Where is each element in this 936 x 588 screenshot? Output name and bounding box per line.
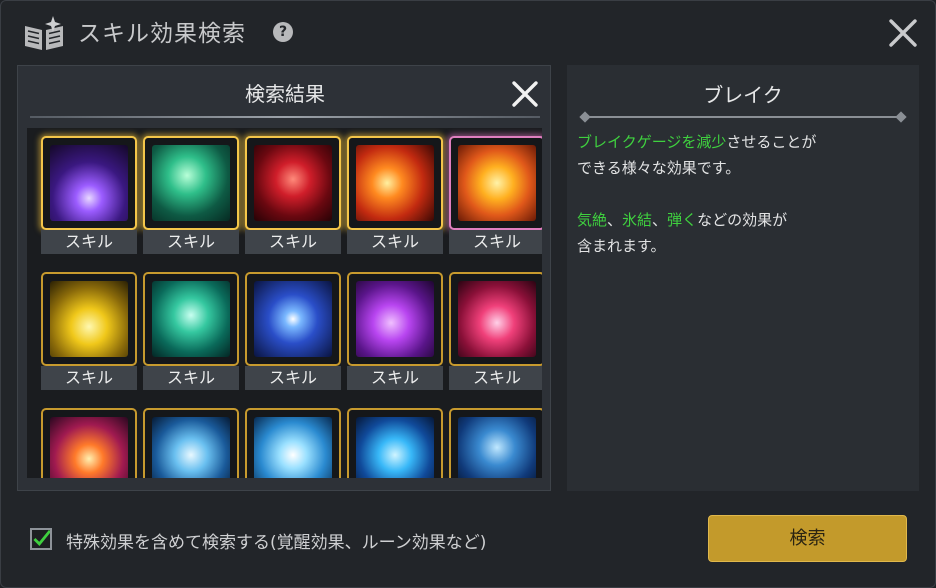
description-text: 含まれます。 — [577, 237, 666, 255]
description-paragraph: 気絶、氷結、弾くなどの効果が 含まれます。 — [577, 207, 907, 259]
description-paragraph: ブレイクゲージを減少させることができる様々な効果です。 — [577, 129, 907, 181]
title-divider — [30, 116, 540, 118]
orange-flare-icon — [50, 417, 128, 478]
green-storm-icon — [152, 281, 230, 357]
green-claw-icon — [152, 145, 230, 221]
skill-icon-frame[interactable] — [143, 272, 239, 366]
ice-spikes-icon — [458, 417, 536, 478]
skill-icon-frame[interactable] — [449, 136, 542, 230]
purple-lightning-icon — [50, 145, 128, 221]
skill-icon-frame[interactable] — [449, 272, 542, 366]
description-text: などの効果が — [697, 211, 788, 229]
skill-label: スキル — [143, 366, 239, 390]
skill-label: スキル — [41, 366, 137, 390]
blue-star-icon — [254, 281, 332, 357]
close-results-icon[interactable] — [510, 79, 540, 109]
close-icon[interactable] — [886, 16, 920, 50]
effect-description: ブレイクゲージを減少させることが できる様々な効果です。 気絶、氷結、弾くなどの効… — [577, 129, 907, 285]
skill-icon-frame[interactable] — [347, 136, 443, 230]
skill-label: スキル — [245, 230, 341, 254]
book-icon — [25, 16, 63, 50]
ice-slash-icon — [152, 417, 230, 478]
description-panel: ブレイク ブレイクゲージを減少させることが できる様々な効果です。 気絶、氷結、弾… — [567, 65, 919, 491]
results-title: 検索結果 — [245, 82, 325, 106]
purple-vortex-icon — [356, 281, 434, 357]
skill-icon-frame[interactable] — [347, 272, 443, 366]
blue-ring-icon — [356, 417, 434, 478]
separator: 、 — [652, 211, 668, 229]
skill-icon-frame[interactable] — [245, 136, 341, 230]
skill-icon-frame[interactable] — [143, 408, 239, 478]
skill-icon-frame[interactable] — [245, 408, 341, 478]
frost-orb-icon — [254, 417, 332, 478]
highlight-text: ブレイクゲージを減少 — [577, 133, 727, 151]
help-icon[interactable]: ? — [273, 22, 293, 42]
pink-vortex-icon — [458, 281, 536, 357]
include-special-checkbox[interactable] — [30, 528, 52, 550]
highlight-text: 氷結 — [622, 211, 653, 229]
skill-label: スキル — [449, 366, 542, 390]
lava-burst-icon — [458, 145, 536, 221]
checkmark-icon — [33, 530, 50, 546]
description-text: させることが — [726, 133, 817, 151]
skill-icon-frame[interactable] — [41, 408, 137, 478]
highlight-text: 気絶 — [577, 211, 608, 229]
description-text: できる様々な効果です。 — [577, 159, 741, 177]
highlight-text: 弾く — [667, 211, 698, 229]
skill-label: スキル — [41, 230, 137, 254]
dialog-title: スキル効果検索 — [78, 21, 246, 47]
red-rune-icon — [254, 145, 332, 221]
fire-meteor-icon — [356, 145, 434, 221]
skill-icon-frame[interactable] — [41, 136, 137, 230]
skill-icon-frame[interactable] — [347, 408, 443, 478]
skill-label: スキル — [245, 366, 341, 390]
skill-grid[interactable]: スキル スキル スキル スキル スキル スキル スキル スキル スキル スキル — [27, 128, 542, 478]
checkbox-label[interactable]: 特殊効果を含めて検索する(覚醒効果、ルーン効果など) — [66, 528, 486, 553]
search-button[interactable]: 検索 — [708, 515, 907, 562]
search-results-panel: 検索結果 スキル スキル スキル スキル スキル スキル スキル スキル スキル スキル — [17, 65, 551, 491]
yellow-lightning-icon — [50, 281, 128, 357]
skill-icon-frame[interactable] — [41, 272, 137, 366]
title-divider — [585, 116, 901, 118]
skill-label: スキル — [449, 230, 542, 254]
skill-label: スキル — [347, 366, 443, 390]
skill-icon-frame[interactable] — [245, 272, 341, 366]
skill-icon-frame[interactable] — [143, 136, 239, 230]
effect-title: ブレイク — [703, 83, 783, 107]
separator: 、 — [607, 211, 623, 229]
skill-label: スキル — [347, 230, 443, 254]
skill-icon-frame[interactable] — [449, 408, 542, 478]
skill-label: スキル — [143, 230, 239, 254]
